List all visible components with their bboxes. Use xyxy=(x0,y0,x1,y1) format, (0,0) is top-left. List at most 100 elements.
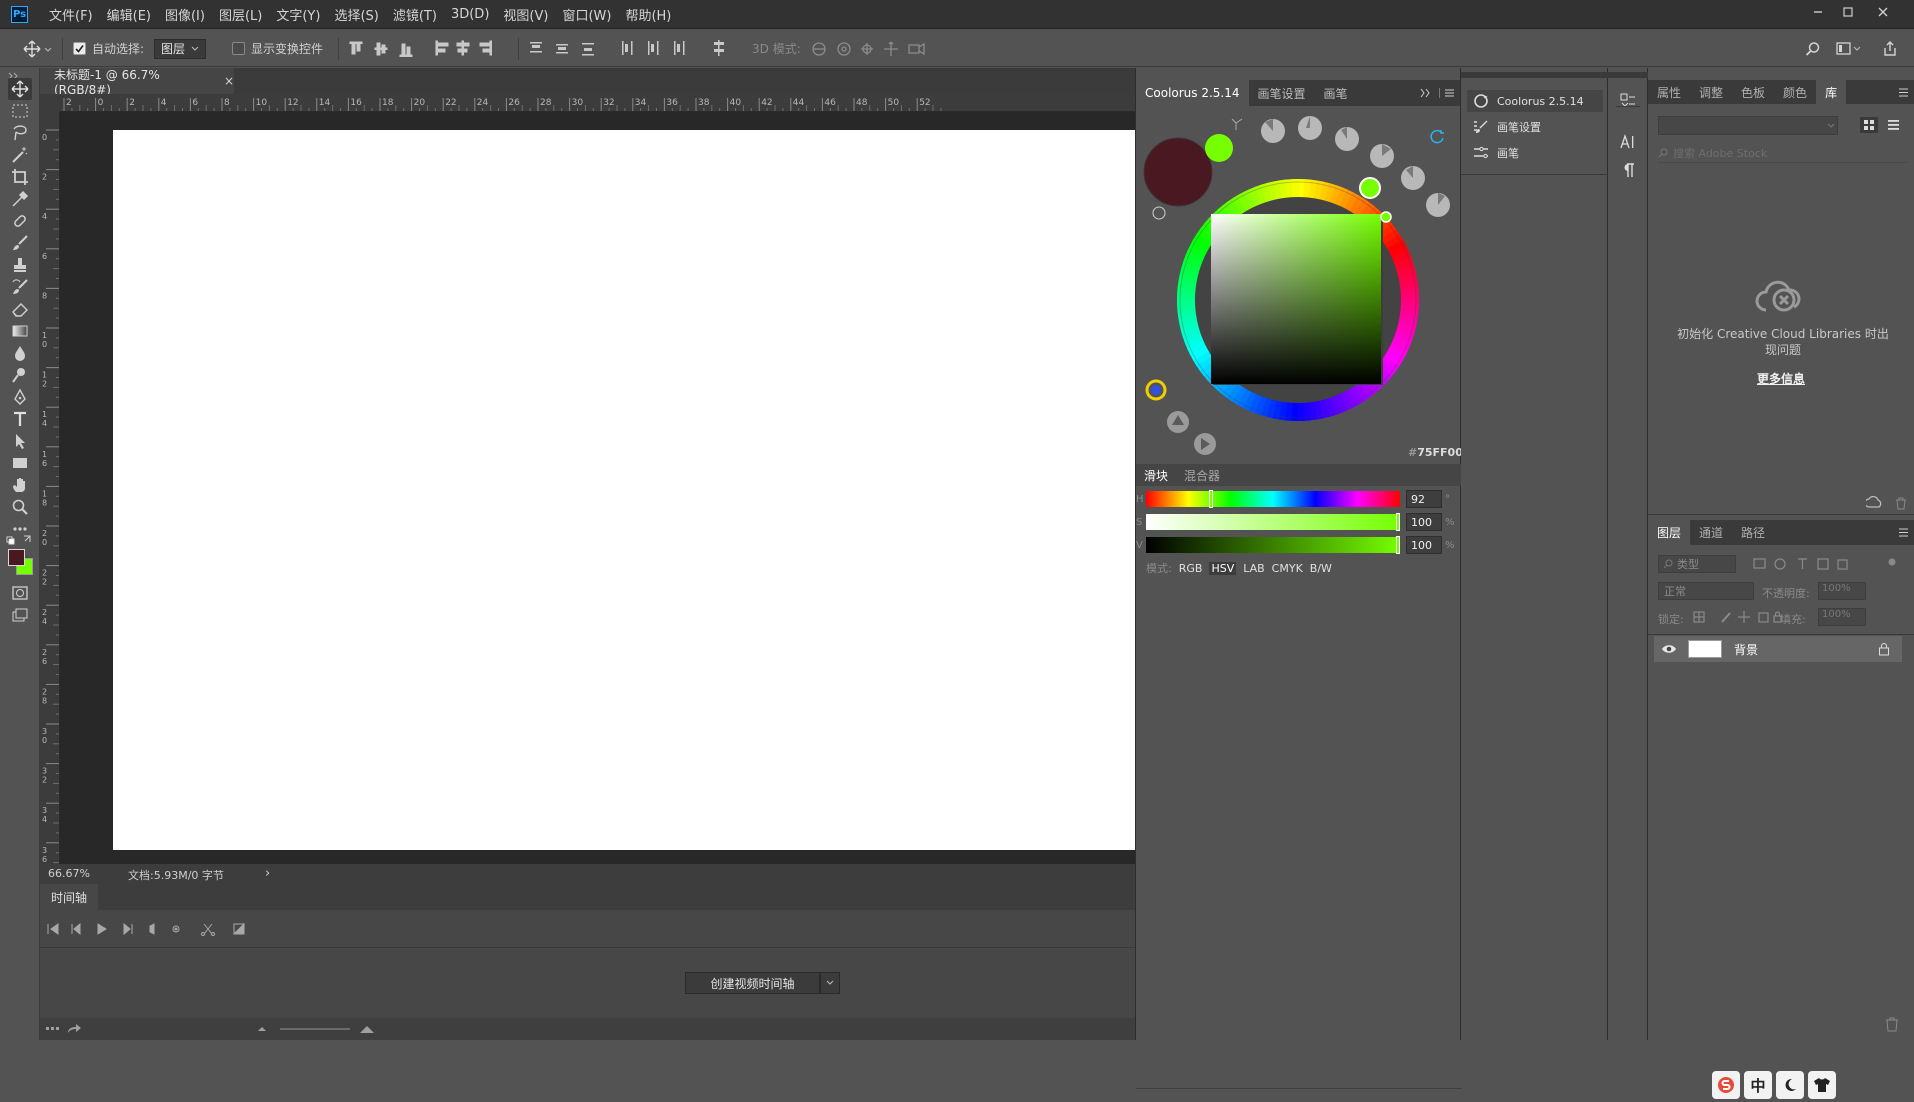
panel-item-coolorus[interactable]: Coolorus 2.5.14 xyxy=(1467,90,1603,112)
workspace-button[interactable] xyxy=(1836,30,1862,67)
hue-slider-thumb[interactable] xyxy=(1209,490,1214,508)
type-tool[interactable] xyxy=(8,408,32,430)
hue-handle[interactable] xyxy=(1359,177,1381,199)
ime-chinese-toggle[interactable]: 中 xyxy=(1744,1071,1772,1099)
library-footer-icons[interactable] xyxy=(1866,496,1908,510)
canvas-area[interactable] xyxy=(60,112,1135,864)
move-tool[interactable] xyxy=(8,78,32,100)
menu-image[interactable]: 图像(I) xyxy=(158,5,212,24)
color-picker-handle[interactable] xyxy=(1380,211,1392,223)
pen-tool[interactable] xyxy=(8,386,32,408)
close-window-button[interactable] xyxy=(1868,0,1898,24)
saturation-input[interactable]: 100 xyxy=(1406,513,1442,531)
maximize-button[interactable] xyxy=(1833,0,1863,24)
tab-mixer[interactable]: 混合器 xyxy=(1176,467,1228,484)
layer-filter-icons[interactable] xyxy=(1752,556,1902,572)
tab-channels[interactable]: 通道 xyxy=(1690,524,1732,541)
menu-file[interactable]: 文件(F) xyxy=(42,5,100,24)
gradient-tool[interactable] xyxy=(8,320,32,342)
blend-mode-dropdown[interactable]: 正常 xyxy=(1658,582,1754,600)
menu-filter[interactable]: 滤镜(T) xyxy=(386,5,444,24)
background-color-circle[interactable] xyxy=(1205,134,1233,162)
view-toggle[interactable] xyxy=(1860,117,1908,133)
zoom-tool[interactable] xyxy=(8,496,32,518)
brush-tool[interactable] xyxy=(8,232,32,254)
light-icon[interactable] xyxy=(1152,206,1166,220)
show-transform-checkbox[interactable] xyxy=(232,42,245,55)
dodge-tool[interactable] xyxy=(8,364,32,386)
ime-logo-button[interactable] xyxy=(1712,1071,1740,1099)
mode-bw[interactable]: B/W xyxy=(1310,562,1332,575)
zoom-slider[interactable] xyxy=(258,1023,388,1035)
tab-color[interactable]: 颜色 xyxy=(1774,84,1816,101)
stock-search-field[interactable]: 搜索 Adobe Stock xyxy=(1658,144,1908,163)
playback-controls[interactable] xyxy=(46,921,256,937)
vertical-ruler[interactable]: 024681012141618202224262830323436 xyxy=(40,112,60,864)
blur-tool[interactable] xyxy=(8,342,32,364)
foreground-color-circle[interactable] xyxy=(1143,137,1213,207)
swap-colors-icon[interactable] xyxy=(1231,118,1243,130)
tab-brush[interactable]: 画笔 xyxy=(1315,80,1357,106)
ruler-origin[interactable] xyxy=(40,94,60,112)
tab-layers[interactable]: 图层 xyxy=(1648,520,1691,545)
value-slider-thumb[interactable] xyxy=(1396,536,1400,554)
move-tool-preset[interactable] xyxy=(22,30,52,67)
auto-select-checkbox[interactable] xyxy=(73,42,86,55)
hex-value-field[interactable]: #75FF00 xyxy=(1408,446,1463,459)
color-swap-icons[interactable] xyxy=(6,534,34,546)
eraser-tool[interactable] xyxy=(8,298,32,320)
mode-hsv[interactable]: HSV xyxy=(1209,561,1237,575)
panel-item-brush-settings[interactable]: 画笔设置 xyxy=(1467,116,1603,138)
healing-brush-tool[interactable] xyxy=(8,210,32,232)
mode-lab[interactable]: LAB xyxy=(1243,562,1264,575)
close-document-icon[interactable]: × xyxy=(224,74,234,88)
tab-properties[interactable]: 属性 xyxy=(1648,84,1690,101)
tab-brush-settings[interactable]: 画笔设置 xyxy=(1249,80,1315,106)
hue-slider[interactable] xyxy=(1146,490,1400,508)
layer-filter-dropdown[interactable]: 类型 xyxy=(1658,555,1736,573)
document-canvas[interactable] xyxy=(113,130,1135,850)
timeline-tab[interactable]: 时间轴 xyxy=(40,884,98,910)
minimize-button[interactable] xyxy=(1803,0,1833,24)
lock-icons[interactable] xyxy=(1692,609,1782,625)
status-menu-arrow[interactable]: › xyxy=(265,866,270,881)
timeline-footer-icons[interactable] xyxy=(46,1023,86,1035)
library-dropdown[interactable] xyxy=(1658,116,1838,135)
panel-item-brush[interactable]: 画笔 xyxy=(1467,142,1603,164)
ime-punctuation-toggle[interactable] xyxy=(1776,1071,1804,1099)
document-tab[interactable]: 未标题-1 @ 66.7%(RGB/8#) × xyxy=(40,68,235,97)
hand-tool[interactable] xyxy=(8,474,32,496)
history-brush-tool[interactable] xyxy=(8,276,32,298)
tab-coolorus[interactable]: Coolorus 2.5.14 xyxy=(1136,80,1249,106)
trash-icon[interactable] xyxy=(1884,1016,1900,1032)
menu-layer[interactable]: 图层(L) xyxy=(212,5,269,24)
tab-paths[interactable]: 路径 xyxy=(1732,524,1774,541)
crop-tool[interactable] xyxy=(8,166,32,188)
tab-libraries[interactable]: 库 xyxy=(1816,80,1847,104)
share-button[interactable] xyxy=(1882,30,1898,67)
path-selection-tool[interactable] xyxy=(8,430,32,452)
panel-menu-icon[interactable] xyxy=(1898,528,1909,537)
screen-mode-button[interactable] xyxy=(8,604,32,626)
rectangle-tool[interactable] xyxy=(8,452,32,474)
foreground-color-swatch[interactable] xyxy=(8,549,25,566)
visibility-eye-icon[interactable] xyxy=(1654,636,1684,662)
create-video-timeline-button[interactable]: 创建视频时间轴 xyxy=(685,972,820,994)
panel-menu-icon[interactable] xyxy=(1898,88,1909,97)
quick-mask-button[interactable] xyxy=(8,582,32,604)
refresh-icon[interactable] xyxy=(1430,129,1444,144)
saturation-slider[interactable] xyxy=(1146,513,1400,531)
menu-select[interactable]: 选择(S) xyxy=(327,5,385,24)
marquee-tool[interactable] xyxy=(8,100,32,122)
menu-3d[interactable]: 3D(D) xyxy=(444,7,496,22)
timeline-mode-dropdown[interactable] xyxy=(820,972,840,994)
lasso-tool[interactable] xyxy=(8,122,32,144)
history-icon[interactable] xyxy=(1620,92,1636,110)
mode-rgb[interactable]: RGB xyxy=(1179,562,1203,575)
saturation-slider-thumb[interactable] xyxy=(1396,513,1400,531)
character-icon[interactable] xyxy=(1620,134,1636,150)
panel-menu-icon[interactable] xyxy=(1420,88,1456,98)
auto-select-dropdown[interactable]: 图层 xyxy=(154,38,207,59)
tab-sliders[interactable]: 滑块 xyxy=(1136,467,1176,484)
paragraph-icon[interactable] xyxy=(1620,162,1636,178)
